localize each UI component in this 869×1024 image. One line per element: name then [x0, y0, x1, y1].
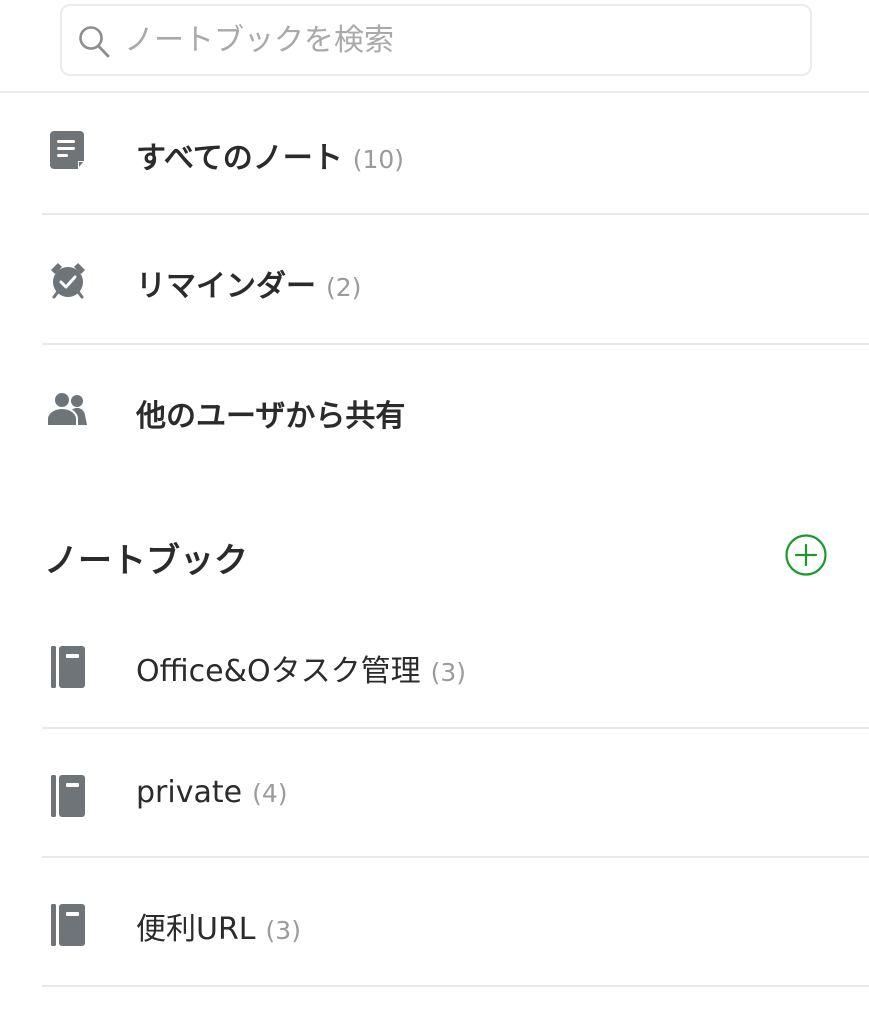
notebooks-section-title: ノートブック	[44, 541, 248, 581]
search-input[interactable]	[124, 14, 784, 66]
notebook-icon	[42, 641, 94, 693]
shortcut-label: リマインダー (2)	[136, 261, 361, 305]
shortcut-all-notes-count: (10)	[352, 145, 405, 174]
notebook-item-useful-url[interactable]: 便利URL (3)	[42, 858, 869, 987]
notebook-label: Office&Oタスク管理 (3)	[136, 646, 466, 690]
notebook-list-screen: すべてのノート (10) リマインダー (2)	[0, 0, 869, 1024]
notebook-label: 便利URL (3)	[136, 904, 301, 948]
notebook-count: (3)	[430, 658, 466, 687]
notebook-count: (3)	[265, 916, 301, 945]
plus-circle-icon[interactable]	[784, 533, 828, 577]
shortcut-shared[interactable]: 他のユーザから共有	[42, 345, 869, 473]
shortcut-all-notes-text: すべてのノート	[136, 141, 343, 176]
shortcut-reminders-text: リマインダー	[136, 269, 316, 304]
alarm-clock-icon	[42, 254, 94, 306]
search-bar	[0, 0, 869, 93]
note-icon	[42, 126, 94, 178]
notebook-item-private[interactable]: private (4)	[42, 729, 869, 858]
notebook-name: Office&Oタスク管理	[136, 654, 421, 689]
search-box[interactable]	[60, 4, 812, 76]
shortcut-reminders[interactable]: リマインダー (2)	[42, 215, 869, 345]
shortcut-shared-text: 他のユーザから共有	[136, 399, 406, 434]
shortcut-all-notes[interactable]: すべてのノート (10)	[42, 91, 869, 215]
notebook-name: 便利URL	[136, 912, 256, 947]
shortcut-reminders-count: (2)	[326, 273, 362, 302]
notebook-icon	[42, 770, 94, 822]
notebook-label: private (4)	[136, 775, 288, 810]
shortcut-label: すべてのノート (10)	[136, 133, 404, 177]
users-icon	[42, 383, 94, 435]
notebook-count: (4)	[252, 779, 288, 808]
notebook-name: private	[136, 775, 243, 810]
notebook-icon	[42, 899, 94, 951]
search-icon	[79, 26, 110, 58]
notebook-item-office-task[interactable]: Office&Oタスク管理 (3)	[42, 600, 869, 729]
shortcut-label: 他のユーザから共有	[136, 391, 415, 435]
